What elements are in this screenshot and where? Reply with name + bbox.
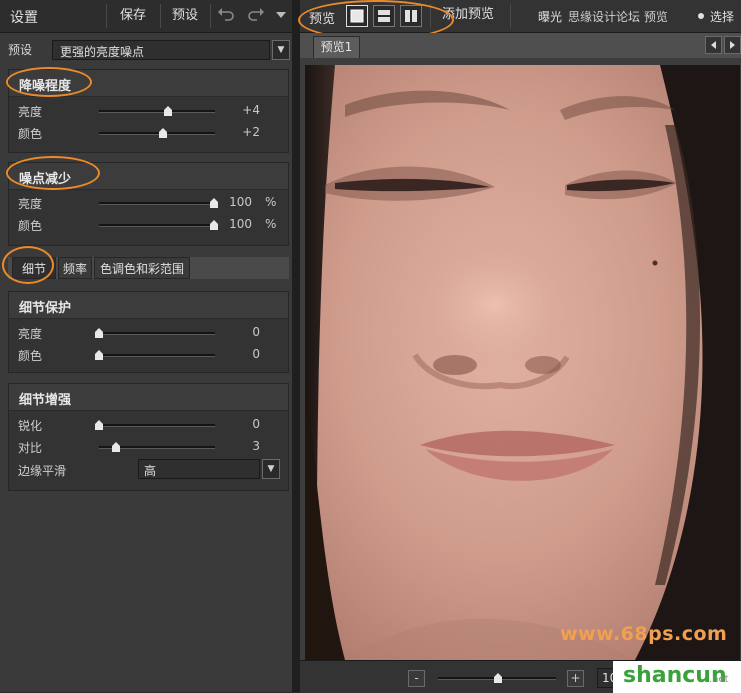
zoom-out-button[interactable]: - xyxy=(408,670,425,687)
settings-panel: 设置 保存 预设 预设 更强的亮度噪点 ▼ 降噪程度 亮度 +4 颜色 +2 噪… xyxy=(0,0,292,692)
color-slider-track[interactable] xyxy=(99,354,215,357)
tab-scroll-left-icon[interactable] xyxy=(705,36,722,54)
slider-label: 颜色 xyxy=(18,349,43,363)
panel-title: 设置 xyxy=(10,10,38,26)
chevron-down-icon[interactable] xyxy=(272,5,290,27)
zoom-in-button[interactable]: + xyxy=(567,670,584,687)
color-slider-track[interactable] xyxy=(99,132,215,135)
overflow-text: 思缘设计论坛 预览 xyxy=(568,10,668,24)
slider-label: 亮度 xyxy=(18,105,43,119)
site-watermark: www.68ps.com xyxy=(560,623,728,645)
toolbar-divider xyxy=(510,4,511,28)
luminance-slider-thumb[interactable] xyxy=(95,328,103,338)
preset-value: 更强的亮度噪点 xyxy=(60,45,145,59)
toolbar-divider xyxy=(106,4,107,28)
luminance-slider-thumb[interactable] xyxy=(164,106,172,116)
tab-color-range[interactable]: 色调色和彩范围 xyxy=(94,257,190,279)
highlight-circle xyxy=(2,246,54,284)
undo-icon[interactable] xyxy=(214,5,238,27)
luminance-slider-track[interactable] xyxy=(99,332,215,335)
slider-value: 0 xyxy=(252,347,260,361)
tab-preview-1[interactable]: 预览1 xyxy=(313,36,360,58)
radio-icon[interactable] xyxy=(697,12,705,20)
detail-protection-section: 细节保护 亮度 0 颜色 0 xyxy=(8,291,289,373)
slider-value: 0 xyxy=(252,325,260,339)
detail-enhance-section: 细节增强 锐化 0 对比 3 边缘平滑 高 ▼ xyxy=(8,383,289,491)
highlight-circle xyxy=(6,67,92,97)
slider-value: +4 xyxy=(242,103,260,117)
slider-value: 0 xyxy=(252,417,260,431)
slider-label: 锐化 xyxy=(18,419,43,433)
slider-value: 100 xyxy=(229,195,252,209)
zoom-slider-thumb[interactable] xyxy=(494,673,502,683)
select-label[interactable]: 选择 xyxy=(710,8,734,25)
panel-divider[interactable] xyxy=(292,0,300,692)
color-slider-thumb[interactable] xyxy=(159,128,167,138)
toolbar-divider xyxy=(160,4,161,28)
slider-label: 对比 xyxy=(18,441,43,455)
percent-unit: % xyxy=(265,195,277,209)
portrait-photo xyxy=(305,65,740,660)
highlight-circle xyxy=(6,156,100,190)
section-title: 细节保护 xyxy=(19,301,72,316)
brand-watermark: shancun .net xyxy=(613,661,741,693)
luminance-slider-track[interactable] xyxy=(99,202,215,205)
redo-icon[interactable] xyxy=(244,5,268,27)
edge-smoothing-label: 边缘平滑 xyxy=(18,464,67,478)
slider-label: 亮度 xyxy=(18,327,43,341)
preview-image[interactable]: www.68ps.com xyxy=(305,65,740,660)
preset-label: 预设 xyxy=(8,43,33,57)
section-title: 细节增强 xyxy=(19,393,72,408)
preview-panel: 预览 添加预览 曝光 思缘设计论坛 预览 选择 预览1 www.68ps.com… xyxy=(298,0,741,693)
toolbar-divider xyxy=(210,4,211,28)
preset-dropdown-arrow-icon[interactable]: ▼ xyxy=(272,40,290,60)
sharpen-slider-track[interactable] xyxy=(99,424,215,427)
contrast-slider-thumb[interactable] xyxy=(112,442,120,452)
slider-value: 3 xyxy=(252,439,260,453)
slider-value: +2 xyxy=(242,125,260,139)
slider-label: 颜色 xyxy=(18,219,43,233)
preview-tabs: 预览1 xyxy=(300,33,741,58)
preset-button[interactable]: 预设 xyxy=(166,5,204,27)
slider-value: 100 xyxy=(229,217,252,231)
edge-smoothing-value: 高 xyxy=(144,464,157,478)
slider-label: 颜色 xyxy=(18,127,43,141)
save-button[interactable]: 保存 xyxy=(114,5,152,27)
luminance-slider-track[interactable] xyxy=(99,110,215,113)
tab-scroll-right-icon[interactable] xyxy=(724,36,741,54)
brand-sub: .net xyxy=(709,674,729,685)
percent-unit: % xyxy=(265,217,277,231)
edge-dropdown-arrow-icon[interactable]: ▼ xyxy=(262,459,280,479)
preset-dropdown[interactable]: 更强的亮度噪点 xyxy=(52,40,270,60)
slider-label: 亮度 xyxy=(18,197,43,211)
color-slider-track[interactable] xyxy=(99,224,215,227)
preset-row: 预设 更强的亮度噪点 ▼ xyxy=(0,36,292,64)
exposure-label: 曝光 xyxy=(538,10,563,24)
settings-toolbar: 设置 保存 预设 xyxy=(0,0,292,33)
color-slider-thumb[interactable] xyxy=(95,350,103,360)
tab-frequency[interactable]: 频率 xyxy=(58,257,92,279)
sharpen-slider-thumb[interactable] xyxy=(95,420,103,430)
section-header: 细节保护 xyxy=(9,292,288,319)
section-header: 细节增强 xyxy=(9,384,288,411)
edge-smoothing-dropdown[interactable]: 高 xyxy=(138,459,260,479)
zoom-bar: - + 10 shancun .net xyxy=(300,660,741,693)
